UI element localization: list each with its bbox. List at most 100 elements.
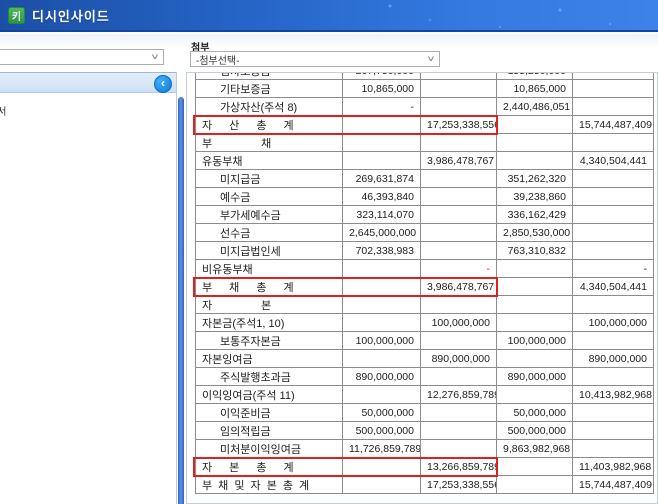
row-value-c3 xyxy=(497,386,573,404)
row-value-c1: 267,750,000 xyxy=(343,72,421,80)
table-row: 임의적립금500,000,000500,000,000 xyxy=(196,422,654,440)
row-value-c3: 9,863,982,968 xyxy=(497,440,573,458)
row-value-c2 xyxy=(421,404,497,422)
row-value-c3: 890,000,000 xyxy=(497,368,573,386)
row-value-c1 xyxy=(343,476,421,494)
table-row: 이익준비금50,000,00050,000,000 xyxy=(196,404,654,422)
table-row: 보통주자본금100,000,000100,000,000 xyxy=(196,332,654,350)
row-value-c1 xyxy=(343,386,421,404)
row-label: 자 본 xyxy=(196,296,343,314)
table-row: 이익잉여금(주석 11)12,276,859,78910,413,982,968 xyxy=(196,386,654,404)
row-value-c3 xyxy=(497,314,573,332)
row-value-c1 xyxy=(343,458,421,476)
row-value-c1: 46,393,840 xyxy=(343,188,421,206)
row-value-c3: 336,162,429 xyxy=(497,206,573,224)
row-value-c3 xyxy=(497,458,573,476)
row-value-c3 xyxy=(497,134,573,152)
row-value-c4 xyxy=(573,206,654,224)
row-value-c2 xyxy=(421,206,497,224)
toolbar: ∨ 첨부 -첨부선택- ∨ xyxy=(0,34,658,72)
row-value-c2 xyxy=(421,368,497,386)
row-value-c4: 15,744,487,409 xyxy=(573,476,654,494)
row-value-c4: 890,000,000 xyxy=(573,350,654,368)
row-value-c2 xyxy=(421,296,497,314)
row-label: 미처분이익잉여금 xyxy=(196,440,343,458)
row-value-c3: 10,865,000 xyxy=(497,80,573,98)
row-value-c1 xyxy=(343,116,421,134)
table-row: 비유동부채-- xyxy=(196,260,654,278)
row-label: 자본잉여금 xyxy=(196,350,343,368)
row-value-c2 xyxy=(421,188,497,206)
table-row: 부 채 및 자 본 총 계17,253,338,55615,744,487,40… xyxy=(196,476,654,494)
row-value-c2 xyxy=(421,170,497,188)
row-value-c3: 763,310,832 xyxy=(497,242,573,260)
sidebar-item-report[interactable]: 고서 xyxy=(0,103,6,118)
panel-divider-scrollbar[interactable] xyxy=(178,97,184,504)
row-value-c4 xyxy=(573,296,654,314)
app-logo-icon: 키 xyxy=(8,7,25,24)
row-value-c2 xyxy=(421,440,497,458)
row-value-c4 xyxy=(573,440,654,458)
row-value-c1 xyxy=(343,260,421,278)
row-value-c1: 50,000,000 xyxy=(343,404,421,422)
sidebar-panel: ‹ 고서 xyxy=(0,72,177,504)
row-label: 미지급법인세 xyxy=(196,242,343,260)
row-value-c3: 2,850,530,000 xyxy=(497,224,573,242)
row-label: 선수금 xyxy=(196,224,343,242)
row-label: 부 채 총 계 xyxy=(196,278,343,296)
row-value-c3 xyxy=(497,116,573,134)
row-value-c3: 100,000,000 xyxy=(497,332,573,350)
row-value-c2: 17,253,338,556 xyxy=(421,116,497,134)
row-value-c1: 2,645,000,000 xyxy=(343,224,421,242)
app-title: 디시인사이드 xyxy=(32,6,110,25)
table-wrap: 임차보증금267,750,000155,250,000기타보증금10,865,0… xyxy=(195,72,655,494)
table-row: 자 산 총 계17,253,338,55615,744,487,409 xyxy=(196,116,654,134)
attach-select[interactable]: -첨부선택- ∨ xyxy=(190,51,440,67)
collapse-sidebar-button[interactable]: ‹ xyxy=(154,75,172,93)
row-value-c3: 50,000,000 xyxy=(497,404,573,422)
row-label: 미지급금 xyxy=(196,170,343,188)
row-value-c1 xyxy=(343,350,421,368)
row-value-c1 xyxy=(343,152,421,170)
row-value-c2: - xyxy=(421,260,497,278)
sidebar-header xyxy=(0,73,176,93)
table-row: 부 채 총 계3,986,478,7674,340,504,441 xyxy=(196,278,654,296)
table-row: 미지급법인세702,338,983763,310,832 xyxy=(196,242,654,260)
row-value-c4 xyxy=(573,98,654,116)
row-value-c4 xyxy=(573,188,654,206)
row-value-c2 xyxy=(421,98,497,116)
row-value-c3 xyxy=(497,296,573,314)
left-select[interactable]: ∨ xyxy=(0,49,164,65)
row-value-c1: 10,865,000 xyxy=(343,80,421,98)
table-row: 자본금(주석1, 10)100,000,000100,000,000 xyxy=(196,314,654,332)
table-row: 예수금46,393,84039,238,860 xyxy=(196,188,654,206)
row-label: 임의적립금 xyxy=(196,422,343,440)
table-row: 선수금2,645,000,000 2,850,530,000 xyxy=(196,224,654,242)
table-row: 자본잉여금890,000,000890,000,000 xyxy=(196,350,654,368)
table-row: 미지급금269,631,874351,262,320 xyxy=(196,170,654,188)
row-value-c3 xyxy=(497,260,573,278)
row-value-c2 xyxy=(421,80,497,98)
row-value-c3 xyxy=(497,152,573,170)
row-value-c2 xyxy=(421,242,497,260)
row-value-c3: 39,238,860 xyxy=(497,188,573,206)
row-value-c4 xyxy=(573,368,654,386)
row-value-c2 xyxy=(421,134,497,152)
row-label: 부 채 xyxy=(196,134,343,152)
row-label: 가상자산(주석 8) xyxy=(196,98,343,116)
row-value-c4 xyxy=(573,72,654,80)
balance-sheet-table: 임차보증금267,750,000155,250,000기타보증금10,865,0… xyxy=(195,72,654,494)
row-value-c1: 11,726,859,789 xyxy=(343,440,421,458)
table-row: 자 본 총 계13,266,859,78911,403,982,968 xyxy=(196,458,654,476)
row-value-c3 xyxy=(497,278,573,296)
row-value-c3: 2,440,486,051 xyxy=(497,98,573,116)
row-value-c4: 15,744,487,409 xyxy=(573,116,654,134)
row-value-c1: - xyxy=(343,98,421,116)
row-value-c4: 11,403,982,968 xyxy=(573,458,654,476)
financial-statement-panel: 임차보증금267,750,000155,250,000기타보증금10,865,0… xyxy=(186,72,658,504)
row-value-c4 xyxy=(573,242,654,260)
table-row: 미처분이익잉여금11,726,859,789 9,863,982,968 xyxy=(196,440,654,458)
row-label: 비유동부채 xyxy=(196,260,343,278)
row-value-c2: 12,276,859,789 xyxy=(421,386,497,404)
row-value-c1 xyxy=(343,278,421,296)
